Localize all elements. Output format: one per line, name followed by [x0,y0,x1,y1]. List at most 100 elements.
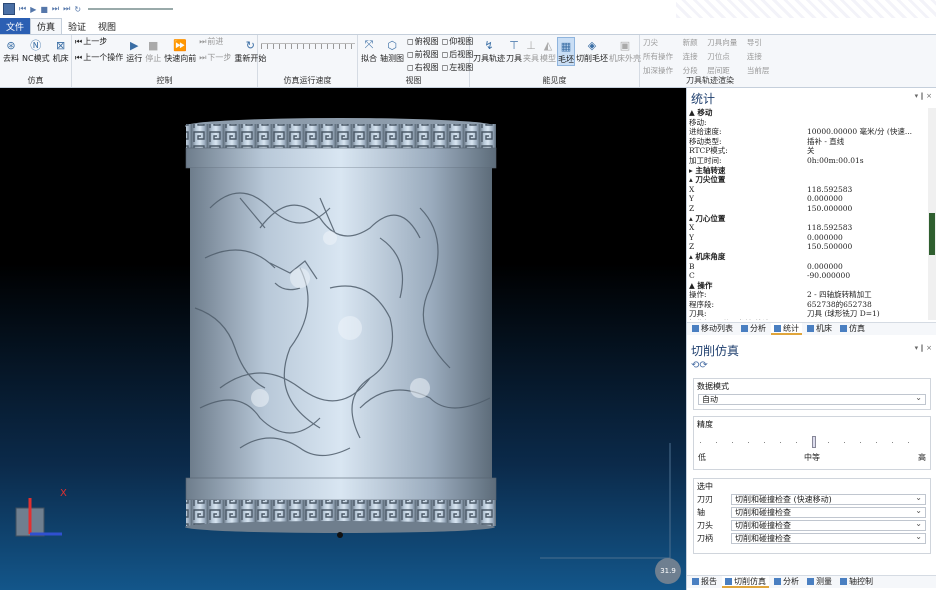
machine-shell-visible-button[interactable]: ▣ 机床外壳 [609,37,641,64]
data-mode-select[interactable]: 自动 [698,393,926,405]
stats-row[interactable]: X 118.592583 [689,223,927,233]
right-view-icon: ◻ [407,63,414,72]
top-view-button[interactable]: ◻ 俯视图 [407,37,439,47]
zoom-scale-badge[interactable]: 31.9 [655,558,681,584]
cut-tab[interactable]: 切削仿真 [722,576,769,588]
stats-row[interactable]: Z 150.000000 [689,204,927,214]
stats-row[interactable]: ▲ 移动 [689,108,927,118]
stats-row[interactable]: ▴ 刀尖位置 [689,175,927,185]
cut-tab[interactable]: 测量 [804,576,835,588]
qat-speed-slider[interactable] [88,8,174,10]
prev-step-button[interactable]: ⏮ 上一步 [75,37,123,47]
stats-row[interactable]: Z 150.500000 [689,242,927,252]
render-leads[interactable]: 导引 [747,37,777,48]
stats-row[interactable]: RTCP模式: 关 [689,146,927,156]
app-icon[interactable] [3,3,15,15]
isometric-button[interactable]: ⬡ 轴测图 [380,37,404,64]
stats-row[interactable]: 移动: [689,118,927,128]
precision-mid-label: 中等 [804,453,820,462]
cut-stock-visible-button[interactable]: ◈ 切削毛坯 [576,37,608,64]
stats-row[interactable]: 移动类型: 插补 - 直线 [689,137,927,147]
stats-tab[interactable]: 移动列表 [689,323,736,335]
stock-visible-button[interactable]: ▦ 毛坯 [557,37,575,66]
left-view-button[interactable]: ◻ 左视图 [442,63,474,73]
run-button[interactable]: ▶ 运行 [126,37,142,64]
bottom-view-button[interactable]: ◻ 仰视图 [442,37,474,47]
option-select[interactable]: 切削和碰撞检查 [731,519,926,531]
stats-row[interactable]: X 118.592583 [689,185,927,195]
cut-tab[interactable]: 轴控制 [837,576,876,588]
fixture-visible-button[interactable]: ⊥ 夹具 [523,37,539,64]
cut-panel-controls-icon[interactable]: ▾ ‖ × [915,344,932,352]
stats-row[interactable]: 进给速度: 10000.00000 毫米/分 (快速... [689,127,927,137]
stats-row[interactable]: ▸ 主轴转速 [689,166,927,176]
tab-label: 机床 [816,323,832,333]
render-connect[interactable]: 连接 [747,51,777,62]
stats-scroll-thumb[interactable] [929,213,935,255]
precision-slider-thumb[interactable] [812,436,816,448]
forward-icon[interactable]: ⏭ [52,4,59,14]
render-new-color[interactable]: 新颜 [683,37,706,48]
machine-button[interactable]: ⊠ 机床 [53,37,69,64]
model-visible-button[interactable]: ◭ 模型 [540,37,556,64]
prev-op-button[interactable]: ⏮ 上一个操作 [75,53,123,63]
cut-tab[interactable]: 分析 [771,576,802,588]
stats-row[interactable]: ▴ 机床角度 [689,252,927,262]
stop-icon[interactable]: ■ [40,5,48,14]
cut-toolbar-icons[interactable]: ⟲⟳ [691,360,708,371]
render-tool-point[interactable]: 刀位点 [707,51,745,62]
tab-verify[interactable]: 验证 [62,18,92,34]
rewind-icon[interactable]: ⏮ [19,4,26,14]
toolpath-visible-button[interactable]: ↯ 刀具轨迹 [473,37,505,64]
stats-tab[interactable]: 统计 [771,323,802,335]
next-button[interactable]: ⏭ 前进 [199,37,231,47]
speed-slider[interactable] [261,43,355,49]
front-view-button[interactable]: ◻ 前视图 [407,50,439,60]
fast-forward-button[interactable]: ⏩ 快速向前 [164,37,196,64]
tool-visible-button[interactable]: ⊤ 刀具 [506,37,522,64]
stats-row[interactable]: ▲ 操作 [689,281,927,291]
cut-tab[interactable]: 报告 [689,576,720,588]
precision-slider[interactable] [700,434,924,450]
option-select[interactable]: 切削和碰撞检查 (快速移动) [731,493,926,505]
stop-button[interactable]: ■ 停止 [145,37,161,64]
stats-panel-controls-icon[interactable]: ▾ ‖ × [915,92,932,100]
end-icon[interactable]: ⏭ [63,4,70,14]
tab-file[interactable]: 文件 [0,18,31,34]
prev-step-label: 上一步 [83,37,108,46]
stats-row[interactable]: B 0.000000 [689,262,927,272]
stats-row[interactable]: C -90.000000 [689,271,927,281]
stats-tab[interactable]: 仿真 [837,323,868,335]
fit-button[interactable]: ⤧ 拟合 [361,37,377,64]
next-step-button[interactable]: ⏭ 下一步 [199,53,231,63]
stats-row[interactable]: Y 0.000000 [689,194,927,204]
option-select[interactable]: 切削和碰撞检查 [731,532,926,544]
right-view-button[interactable]: ◻ 右视图 [407,63,439,73]
remove-material-button[interactable]: ⊛ 去料 [3,37,19,64]
restart-icon[interactable]: ↻ [74,5,81,14]
stats-row[interactable]: 刀具: 刀具 (球形铣刀 D=1) [689,309,927,319]
nc-mode-button[interactable]: Ⓝ NC模式 [22,37,50,64]
stats-scrollbar[interactable] [928,108,936,320]
render-tooltip[interactable]: 刀尖 [643,37,681,48]
simulation-viewport[interactable]: X 31.9 [0,88,686,590]
group-view: ⤧ 拟合 ⬡ 轴测图 ◻ 俯视图 ◻ 前视图 ◻ 右视图 ◻ 仰视图 ◻ 后视图 ◻ 左视图 视… [358,35,473,87]
stats-tab[interactable]: 机床 [804,323,835,335]
stats-row[interactable]: 加工时间: 0h:00m:00.01s [689,156,927,166]
play-icon[interactable]: ▶ [30,5,36,14]
precision-low-label: 低 [698,453,706,462]
stats-row[interactable]: 操作: 2 - 四轴旋转精加工 [689,290,927,300]
back-view-button[interactable]: ◻ 后视图 [442,50,474,60]
stats-value: 0.000000 [807,194,843,204]
render-all-ops[interactable]: 所有操作 [643,51,681,62]
option-select[interactable]: 切削和碰撞检查 [731,506,926,518]
render-links[interactable]: 连接 [683,51,706,62]
stats-tab[interactable]: 分析 [738,323,769,335]
tab-view[interactable]: 视图 [92,18,122,34]
tab-simulate[interactable]: 仿真 [30,18,63,34]
stats-row[interactable]: Y 0.000000 [689,233,927,243]
render-tool-vector[interactable]: 刀具向量 [707,37,745,48]
stats-row[interactable]: 操作加工时间(当前/总计)2h:37m:37.27s/2h:37m:37.27s [689,319,927,320]
stats-row[interactable]: 程序段: 652738的652738 [689,300,927,310]
stats-row[interactable]: ▴ 刀心位置 [689,214,927,224]
